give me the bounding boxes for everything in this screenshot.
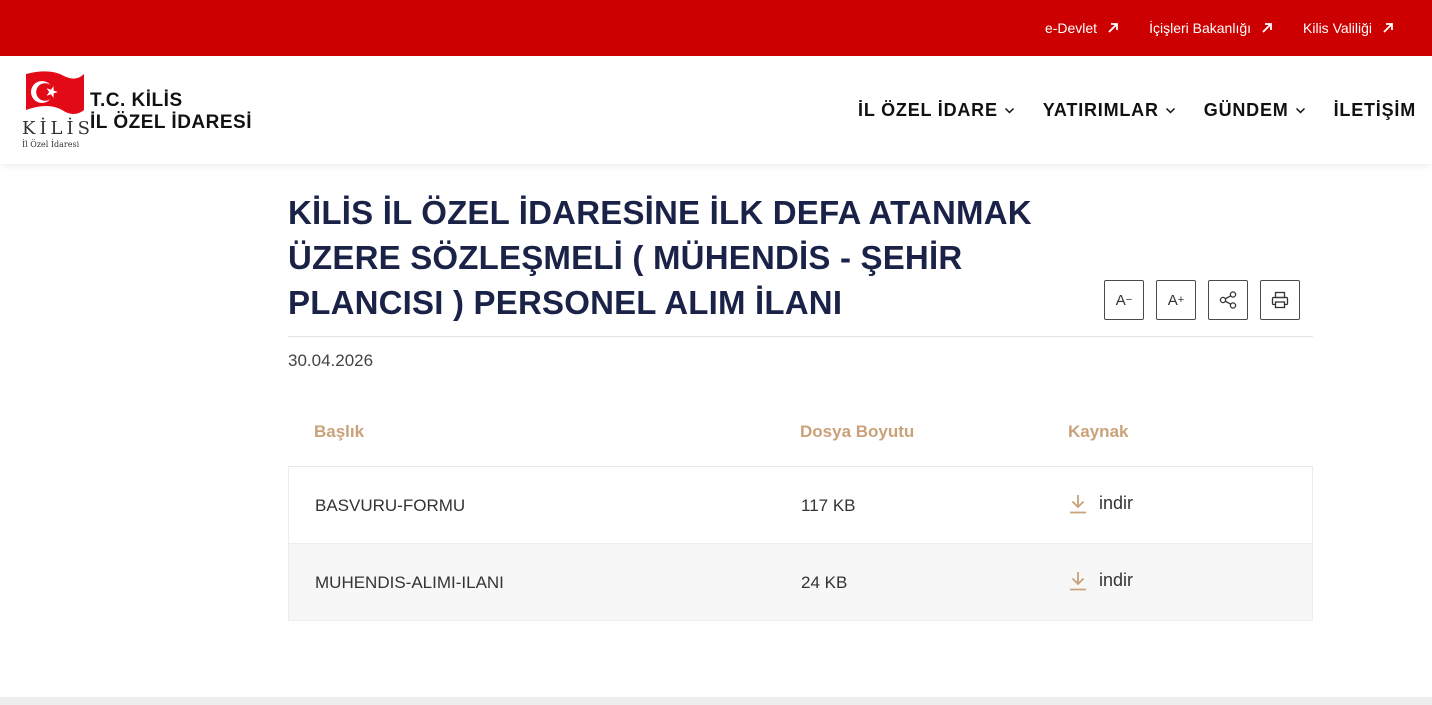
chevron-down-icon xyxy=(1004,107,1014,114)
edevlet-link[interactable]: e-Devlet xyxy=(1045,20,1119,36)
decrease-font-button[interactable]: A − xyxy=(1104,280,1144,320)
page-title: KİLİS İL ÖZEL İDARESİNE İLK DEFA ATANMAK… xyxy=(288,194,1032,321)
nav-item-iletisim[interactable]: İLETİŞİM xyxy=(1334,100,1416,121)
printer-icon xyxy=(1271,291,1289,309)
publish-date: 30.04.2026 xyxy=(288,351,374,370)
print-button[interactable] xyxy=(1260,280,1300,320)
table-header: Başlık Dosya Boyutu Kaynak xyxy=(288,400,1313,467)
share-icon xyxy=(1219,291,1237,309)
external-links: e-Devlet İçişleri Bakanlığı Kilis Valili… xyxy=(1045,0,1394,56)
external-arrow-icon xyxy=(1383,23,1393,33)
logo-kilis-text: KİLİS xyxy=(22,118,94,139)
top-bar: e-Devlet İçişleri Bakanlığı Kilis Valili… xyxy=(0,0,1432,56)
file-size: 24 KB xyxy=(801,573,848,592)
logo-sub-text: İl Özel İdaresi xyxy=(22,140,80,149)
logo-title-line2: İL ÖZEL İDARESİ xyxy=(90,112,252,133)
nav-item-label: GÜNDEM xyxy=(1203,99,1289,120)
icisleri-link[interactable]: İçişleri Bakanlığı xyxy=(1149,20,1273,36)
chevron-down-icon xyxy=(1165,107,1175,114)
table-row: MUHENDIS-ALIMI-ILANI 24 KB indir xyxy=(288,544,1313,621)
plus-icon: + xyxy=(1177,294,1185,306)
icisleri-link-label: İçişleri Bakanlığı xyxy=(1149,20,1252,36)
nav-item-label: YATIRIMLAR xyxy=(1042,99,1159,120)
download-icon xyxy=(1070,494,1086,513)
download-label: indir xyxy=(1099,570,1134,590)
external-arrow-icon xyxy=(1108,23,1118,33)
edevlet-link-label: e-Devlet xyxy=(1044,20,1098,36)
table-row: BASVURU-FORMU 117 KB indir xyxy=(288,467,1313,544)
decrease-font-label: A xyxy=(1115,291,1126,309)
download-link[interactable]: indir xyxy=(1069,493,1133,514)
file-size: 117 KB xyxy=(801,496,856,515)
article: KİLİS İL ÖZEL İDARESİNE İLK DEFA ATANMAK… xyxy=(288,190,1313,621)
footer-divider xyxy=(0,697,1432,705)
file-title: MUHENDIS-ALIMI-ILANI xyxy=(315,573,504,592)
article-tools: A − A + xyxy=(1104,280,1300,320)
increase-font-button[interactable]: A + xyxy=(1156,280,1196,320)
site-header: KİLİS İl Özel İdaresi T.C. KİLİS İL ÖZEL… xyxy=(0,56,1432,164)
minus-icon: − xyxy=(1125,294,1133,306)
column-header-size: Dosya Boyutu xyxy=(800,422,915,441)
file-title: BASVURU-FORMU xyxy=(315,496,466,515)
nav-item-yatirimlar[interactable]: YATIRIMLAR xyxy=(1043,100,1176,121)
title-divider xyxy=(288,336,1313,337)
nav-item-il-ozel-idare[interactable]: İL ÖZEL İDARE xyxy=(858,100,1015,121)
valilik-link-label: Kilis Valiliği xyxy=(1303,20,1372,36)
download-label: indir xyxy=(1099,493,1134,513)
nav-item-label: İL ÖZEL İDARE xyxy=(858,99,998,120)
site-logo[interactable]: KİLİS İl Özel İdaresi T.C. KİLİS İL ÖZEL… xyxy=(20,70,260,154)
download-link[interactable]: indir xyxy=(1069,570,1133,591)
attachments-table: Başlık Dosya Boyutu Kaynak BASVURU-FORMU… xyxy=(288,400,1313,621)
column-header-title: Başlık xyxy=(314,422,365,441)
external-arrow-icon xyxy=(1262,23,1272,33)
download-icon xyxy=(1070,571,1086,590)
increase-font-label: A xyxy=(1167,291,1178,309)
nav-item-label: İLETİŞİM xyxy=(1333,99,1416,120)
share-button[interactable] xyxy=(1208,280,1248,320)
main-nav: İL ÖZEL İDARE YATIRIMLAR GÜNDEM İLETİŞİM xyxy=(858,56,1416,164)
column-header-source: Kaynak xyxy=(1068,422,1129,441)
valilik-link[interactable]: Kilis Valiliği xyxy=(1303,20,1394,36)
logo-title-line1: T.C. KİLİS xyxy=(90,90,183,111)
nav-item-gundem[interactable]: GÜNDEM xyxy=(1204,100,1306,121)
turkish-flag-icon xyxy=(26,71,84,114)
chevron-down-icon xyxy=(1295,107,1305,114)
